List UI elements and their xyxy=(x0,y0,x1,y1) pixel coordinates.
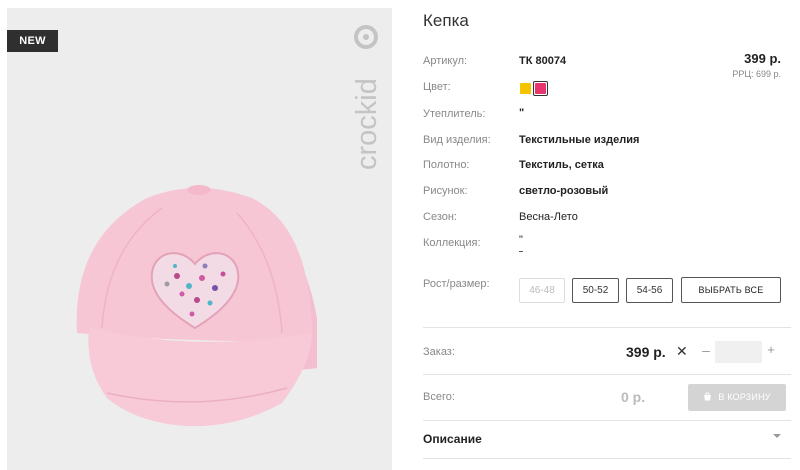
divider xyxy=(423,458,791,459)
attr-insulation-label: Утеплитель: xyxy=(423,108,486,120)
add-to-cart-button[interactable]: В КОРЗИНУ xyxy=(688,384,786,411)
product-title: Кепка xyxy=(423,11,469,30)
order-price: 399 р. xyxy=(626,344,666,360)
attr-pattern-label: Рисунок: xyxy=(423,185,468,197)
divider xyxy=(423,420,791,421)
new-badge: NEW xyxy=(7,30,58,52)
attr-article-value: ТК 80074 xyxy=(519,55,567,67)
total-value: 0 р. xyxy=(621,389,646,405)
size-option-46-48[interactable]: 46-48 xyxy=(519,278,565,303)
collection-dash xyxy=(519,251,523,252)
color-swatch-pink[interactable] xyxy=(535,83,546,94)
qty-plus-button[interactable]: + xyxy=(765,342,777,357)
cap-image xyxy=(76,185,317,427)
svg-text:crockid: crockid xyxy=(351,78,383,170)
attr-fabric-label: Полотно: xyxy=(423,159,470,171)
select-all-button[interactable]: ВЫБРАТЬ ВСЕ xyxy=(681,277,781,303)
attr-type-label: Вид изделия: xyxy=(423,134,491,146)
total-label: Всего: xyxy=(423,391,455,403)
price-rrc: РРЦ: 699 р. xyxy=(732,69,781,79)
attr-type-value: Текстильные изделия xyxy=(519,134,640,146)
add-to-cart-label: В КОРЗИНУ xyxy=(718,392,771,402)
size-option-54-56[interactable]: 54-56 xyxy=(626,278,673,303)
attr-season-label: Сезон: xyxy=(423,211,457,223)
divider xyxy=(423,374,791,375)
qty-minus-button[interactable]: – xyxy=(700,342,712,358)
attr-pattern-value: светло-розовый xyxy=(519,185,609,197)
chevron-down-icon[interactable] xyxy=(773,432,781,440)
quantity-input[interactable] xyxy=(715,341,762,363)
attr-collection-label: Коллекция: xyxy=(423,237,481,249)
description-title[interactable]: Описание xyxy=(423,432,482,446)
attr-season-value: Весна-Лето xyxy=(519,211,578,223)
product-info: Кепка Артикул: ТК 80074 399 р. РРЦ: 699 … xyxy=(423,0,793,470)
attr-insulation-value: " xyxy=(519,107,525,119)
basket-icon xyxy=(704,392,712,401)
attr-article-label: Артикул: xyxy=(423,55,468,67)
order-label: Заказ: xyxy=(423,346,455,358)
product-image-panel: NEW crockid xyxy=(7,8,392,470)
price: 399 р. xyxy=(744,51,781,66)
color-swatch-yellow[interactable] xyxy=(520,83,531,94)
size-label: Рост/размер: xyxy=(423,278,490,290)
attr-color-label: Цвет: xyxy=(423,81,451,93)
attr-collection-value[interactable]: " xyxy=(519,234,523,246)
divider xyxy=(423,327,791,328)
brand-logo: crockid xyxy=(351,25,383,170)
size-option-50-52[interactable]: 50-52 xyxy=(572,278,619,303)
multiply-icon: ✕ xyxy=(676,343,688,359)
attr-fabric-value: Текстиль, сетка xyxy=(519,159,604,171)
